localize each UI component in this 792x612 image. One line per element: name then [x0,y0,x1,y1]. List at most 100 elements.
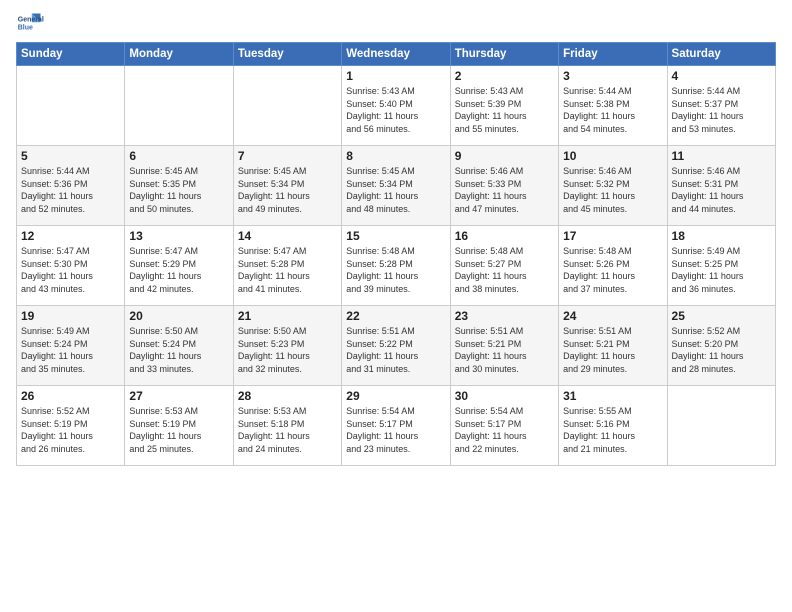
day-number: 1 [346,69,445,83]
calendar-cell: 26 Sunrise: 5:52 AM Sunset: 5:19 PM Dayli… [17,386,125,466]
week-row-4: 19Sunrise: 5:49 AM Sunset: 5:24 PM Dayli… [17,306,776,386]
calendar-cell: 29 Sunrise: 5:54 AM Sunset: 5:17 PM Dayli… [342,386,450,466]
day-header-tuesday: Tuesday [233,43,341,66]
header: General Blue [16,10,776,38]
days-header-row: SundayMondayTuesdayWednesdayThursdayFrid… [17,43,776,66]
day-info: Sunrise: 5:49 AM Sunset: 5:25 PM Dayligh… [672,245,771,295]
day-info: Sunrise: 5:51 AM Sunset: 5:21 PM Dayligh… [563,325,662,375]
day-info: Sunrise: 5:53 AM Sunset: 5:19 PM Dayligh… [129,405,228,455]
day-info: Sunrise: 5:48 AM Sunset: 5:26 PM Dayligh… [563,245,662,295]
day-number: 6 [129,149,228,163]
day-info: Sunrise: 5:53 AM Sunset: 5:18 PM Dayligh… [238,405,337,455]
calendar-cell: 16Sunrise: 5:48 AM Sunset: 5:27 PM Dayli… [450,226,558,306]
calendar-cell: 14 Sunrise: 5:47 AM Sunset: 5:28 PM Dayli… [233,226,341,306]
day-number: 29 [346,389,445,403]
calendar-cell: 12 Sunrise: 5:47 AM Sunset: 5:30 PM Dayli… [17,226,125,306]
calendar-cell: 5 Sunrise: 5:44 AM Sunset: 5:36 PM Daylig… [17,146,125,226]
day-number: 14 [238,229,337,243]
day-number: 19 [21,309,120,323]
calendar-cell: 17 Sunrise: 5:48 AM Sunset: 5:26 PM Dayli… [559,226,667,306]
calendar-cell: 2 Sunrise: 5:43 AM Sunset: 5:39 PM Daylig… [450,66,558,146]
calendar-cell: 19Sunrise: 5:49 AM Sunset: 5:24 PM Dayli… [17,306,125,386]
week-row-1: 1 Sunrise: 5:43 AM Sunset: 5:40 PM Daylig… [17,66,776,146]
day-info: Sunrise: 5:47 AM Sunset: 5:30 PM Dayligh… [21,245,120,295]
calendar-table: SundayMondayTuesdayWednesdayThursdayFrid… [16,42,776,466]
day-number: 7 [238,149,337,163]
calendar-cell: 28 Sunrise: 5:53 AM Sunset: 5:18 PM Dayli… [233,386,341,466]
logo-icon: General Blue [16,10,44,38]
calendar-cell: 1 Sunrise: 5:43 AM Sunset: 5:40 PM Daylig… [342,66,450,146]
calendar-cell: 20Sunrise: 5:50 AM Sunset: 5:24 PM Dayli… [125,306,233,386]
day-number: 5 [21,149,120,163]
day-info: Sunrise: 5:44 AM Sunset: 5:36 PM Dayligh… [21,165,120,215]
day-number: 3 [563,69,662,83]
calendar-cell: 23 Sunrise: 5:51 AM Sunset: 5:21 PM Dayli… [450,306,558,386]
week-row-3: 12 Sunrise: 5:47 AM Sunset: 5:30 PM Dayli… [17,226,776,306]
day-number: 26 [21,389,120,403]
day-number: 8 [346,149,445,163]
day-info: Sunrise: 5:54 AM Sunset: 5:17 PM Dayligh… [346,405,445,455]
logo: General Blue [16,10,44,38]
day-info: Sunrise: 5:50 AM Sunset: 5:23 PM Dayligh… [238,325,337,375]
calendar-cell: 13 Sunrise: 5:47 AM Sunset: 5:29 PM Dayli… [125,226,233,306]
day-info: Sunrise: 5:46 AM Sunset: 5:31 PM Dayligh… [672,165,771,215]
calendar-cell [667,386,775,466]
day-header-sunday: Sunday [17,43,125,66]
page-container: General Blue SundayMondayTuesdayWednesda… [0,0,792,476]
calendar-cell: 3 Sunrise: 5:44 AM Sunset: 5:38 PM Daylig… [559,66,667,146]
calendar-cell: 24 Sunrise: 5:51 AM Sunset: 5:21 PM Dayli… [559,306,667,386]
day-info: Sunrise: 5:52 AM Sunset: 5:20 PM Dayligh… [672,325,771,375]
day-number: 2 [455,69,554,83]
calendar-cell: 22Sunrise: 5:51 AM Sunset: 5:22 PM Dayli… [342,306,450,386]
day-number: 31 [563,389,662,403]
day-info: Sunrise: 5:46 AM Sunset: 5:32 PM Dayligh… [563,165,662,215]
day-number: 27 [129,389,228,403]
week-row-5: 26 Sunrise: 5:52 AM Sunset: 5:19 PM Dayli… [17,386,776,466]
calendar-cell: 4 Sunrise: 5:44 AM Sunset: 5:37 PM Daylig… [667,66,775,146]
day-number: 25 [672,309,771,323]
day-info: Sunrise: 5:45 AM Sunset: 5:34 PM Dayligh… [238,165,337,215]
day-info: Sunrise: 5:43 AM Sunset: 5:39 PM Dayligh… [455,85,554,135]
calendar-cell: 18Sunrise: 5:49 AM Sunset: 5:25 PM Dayli… [667,226,775,306]
calendar-cell: 11 Sunrise: 5:46 AM Sunset: 5:31 PM Dayli… [667,146,775,226]
day-info: Sunrise: 5:51 AM Sunset: 5:22 PM Dayligh… [346,325,445,375]
day-number: 28 [238,389,337,403]
calendar-cell: 6Sunrise: 5:45 AM Sunset: 5:35 PM Daylig… [125,146,233,226]
day-info: Sunrise: 5:47 AM Sunset: 5:29 PM Dayligh… [129,245,228,295]
calendar-cell [17,66,125,146]
day-number: 12 [21,229,120,243]
day-number: 20 [129,309,228,323]
day-info: Sunrise: 5:47 AM Sunset: 5:28 PM Dayligh… [238,245,337,295]
day-number: 10 [563,149,662,163]
day-header-saturday: Saturday [667,43,775,66]
day-info: Sunrise: 5:44 AM Sunset: 5:37 PM Dayligh… [672,85,771,135]
day-number: 30 [455,389,554,403]
calendar-cell: 27 Sunrise: 5:53 AM Sunset: 5:19 PM Dayli… [125,386,233,466]
day-info: Sunrise: 5:44 AM Sunset: 5:38 PM Dayligh… [563,85,662,135]
day-info: Sunrise: 5:55 AM Sunset: 5:16 PM Dayligh… [563,405,662,455]
svg-text:General: General [18,16,44,23]
calendar-cell: 8 Sunrise: 5:45 AM Sunset: 5:34 PM Daylig… [342,146,450,226]
day-number: 9 [455,149,554,163]
day-number: 16 [455,229,554,243]
day-info: Sunrise: 5:51 AM Sunset: 5:21 PM Dayligh… [455,325,554,375]
day-header-monday: Monday [125,43,233,66]
day-number: 4 [672,69,771,83]
day-number: 21 [238,309,337,323]
day-number: 11 [672,149,771,163]
calendar-cell [233,66,341,146]
day-info: Sunrise: 5:43 AM Sunset: 5:40 PM Dayligh… [346,85,445,135]
day-number: 24 [563,309,662,323]
day-info: Sunrise: 5:46 AM Sunset: 5:33 PM Dayligh… [455,165,554,215]
day-info: Sunrise: 5:52 AM Sunset: 5:19 PM Dayligh… [21,405,120,455]
day-number: 13 [129,229,228,243]
calendar-cell: 21 Sunrise: 5:50 AM Sunset: 5:23 PM Dayli… [233,306,341,386]
day-number: 23 [455,309,554,323]
day-number: 17 [563,229,662,243]
calendar-cell: 25 Sunrise: 5:52 AM Sunset: 5:20 PM Dayli… [667,306,775,386]
calendar-cell: 9 Sunrise: 5:46 AM Sunset: 5:33 PM Daylig… [450,146,558,226]
day-number: 15 [346,229,445,243]
day-info: Sunrise: 5:45 AM Sunset: 5:34 PM Dayligh… [346,165,445,215]
day-header-thursday: Thursday [450,43,558,66]
svg-text:Blue: Blue [18,24,33,31]
